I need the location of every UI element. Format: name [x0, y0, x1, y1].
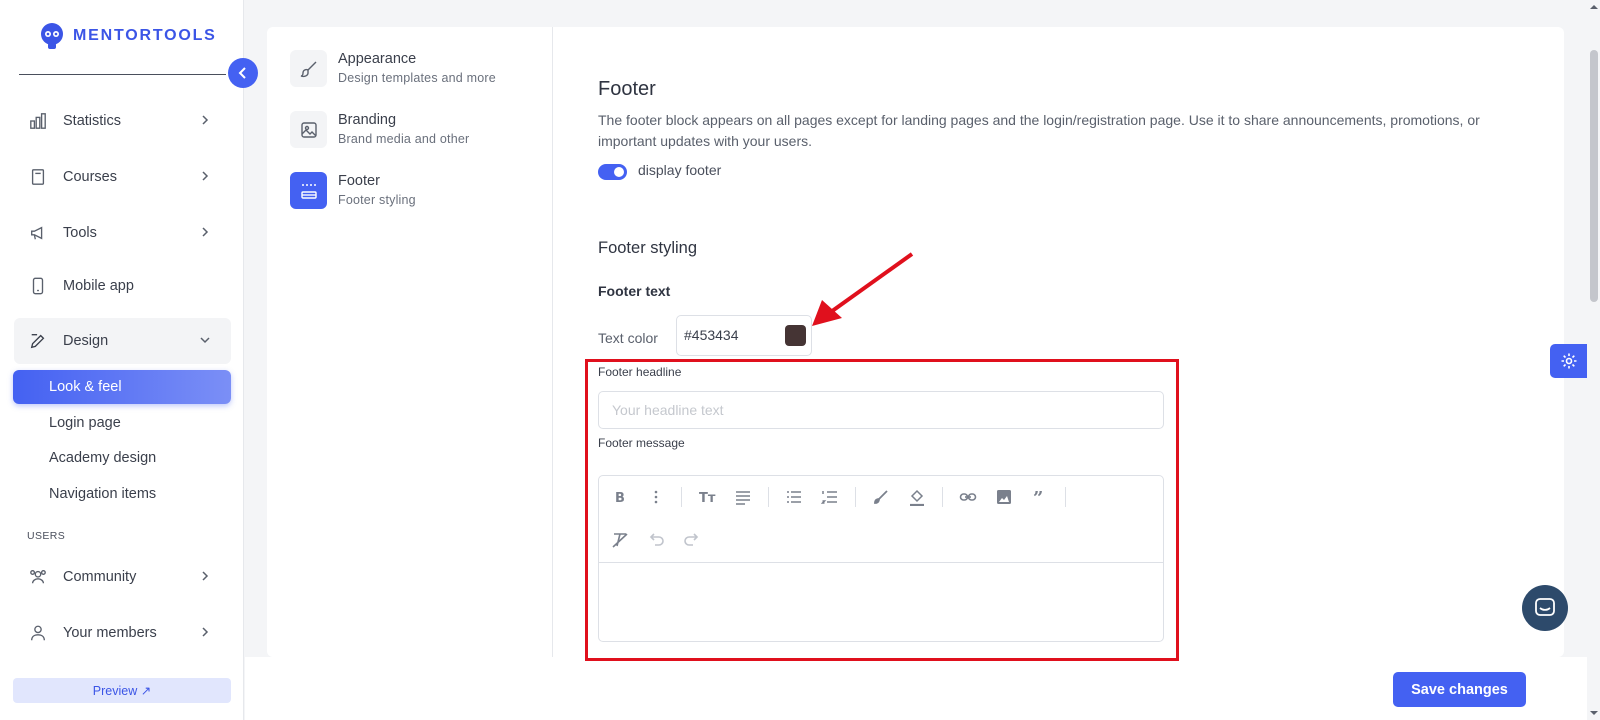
sidebar-subitem-login-page[interactable]: Login page	[13, 406, 231, 440]
highlight-box	[585, 359, 1179, 661]
settings-nav-subtitle: Design templates and more	[338, 71, 496, 85]
logo[interactable]: MENTORTOOLS	[37, 21, 217, 51]
toggle-label: display footer	[638, 162, 722, 178]
settings-gear-button[interactable]	[1550, 344, 1587, 378]
preview-button[interactable]: Preview ↗	[13, 678, 231, 703]
chevron-right-icon	[202, 171, 209, 181]
footer-description: The footer block appears on all pages ex…	[598, 112, 1480, 149]
display-footer-toggle[interactable]	[598, 164, 627, 180]
settings-nav-subtitle: Brand media and other	[338, 132, 470, 146]
footer-layout-icon	[290, 172, 327, 209]
brush-icon	[290, 50, 327, 87]
sidebar-item-mobile-app[interactable]: Mobile app	[14, 263, 231, 309]
sidebar-item-tools[interactable]: Tools	[14, 210, 231, 256]
section-title-footer-text: Footer text	[598, 283, 671, 299]
pencil-icon	[28, 331, 48, 351]
text-color-input[interactable]: #453434	[676, 315, 812, 356]
sidebar-subitem-navigation-items[interactable]: Navigation items	[13, 477, 231, 511]
divider	[19, 74, 226, 75]
settings-nav-title: Appearance	[338, 51, 417, 67]
book-icon	[28, 167, 48, 187]
settings-nav-title: Branding	[338, 112, 397, 128]
sidebar-item-your-members[interactable]: Your members	[14, 610, 231, 656]
settings-nav-footer[interactable]: Footer Footer styling	[290, 172, 540, 218]
save-button[interactable]: Save changes	[1393, 672, 1526, 707]
section-label-users: USERS	[27, 530, 66, 542]
chevron-down-icon	[200, 337, 210, 344]
sidebar-subitem-academy-design[interactable]: Academy design	[13, 441, 231, 475]
phone-icon	[28, 276, 48, 296]
settings-nav-title: Footer	[338, 173, 380, 189]
user-icon	[28, 623, 48, 643]
sidebar-item-statistics[interactable]: Statistics	[14, 98, 231, 144]
gear-icon	[1561, 353, 1576, 369]
settings-nav-appearance[interactable]: Appearance Design templates and more	[290, 50, 540, 96]
scrollbar-thumb[interactable]	[1590, 50, 1598, 302]
sidebar-item-label: Design	[63, 333, 109, 349]
sidebar-item-label: Statistics	[63, 113, 122, 129]
settings-nav: Appearance Design templates and more Bra…	[267, 27, 553, 657]
sidebar-item-courses[interactable]: Courses	[14, 154, 231, 200]
image-icon	[290, 111, 327, 148]
chevron-right-icon	[202, 571, 209, 581]
action-bar	[245, 657, 1587, 720]
section-title-footer-styling: Footer styling	[598, 239, 698, 257]
annotation-arrow-icon	[812, 252, 914, 326]
settings-nav-subtitle: Footer styling	[338, 193, 416, 207]
scroll-down-icon[interactable]	[1589, 708, 1599, 718]
collapse-sidebar-button[interactable]	[228, 58, 258, 88]
megaphone-icon	[28, 223, 48, 243]
chevron-right-icon	[202, 227, 209, 237]
chat-button[interactable]	[1522, 585, 1568, 631]
sidebar-item-label: Your members	[63, 625, 157, 641]
sidebar-subitem-look-and-feel[interactable]: Look & feel	[13, 370, 231, 404]
chevron-right-icon	[202, 627, 209, 637]
sidebar-item-label: Community	[63, 569, 137, 585]
text-color-label: Text color	[598, 330, 658, 346]
bar-chart-icon	[28, 111, 48, 131]
sidebar-item-design[interactable]: Design	[14, 318, 231, 364]
scroll-up-icon[interactable]	[1589, 2, 1599, 12]
sidebar-item-label: Tools	[63, 225, 97, 241]
chevron-right-icon	[202, 115, 209, 125]
sidebar: MENTORTOOLS Statistics Courses Tools Mob…	[0, 0, 244, 720]
chevron-left-icon	[238, 67, 246, 79]
brand-name: MENTORTOOLS	[73, 27, 217, 44]
sidebar-item-community[interactable]: Community	[14, 554, 231, 600]
sidebar-item-label: Mobile app	[63, 278, 134, 294]
people-icon	[28, 567, 48, 587]
chat-icon	[1535, 598, 1555, 616]
sidebar-item-label: Courses	[63, 169, 117, 185]
robot-logo-icon	[41, 23, 63, 49]
page-title: Footer	[598, 78, 656, 100]
text-color-value: #453434	[684, 327, 739, 343]
settings-nav-branding[interactable]: Branding Brand media and other	[290, 111, 540, 157]
